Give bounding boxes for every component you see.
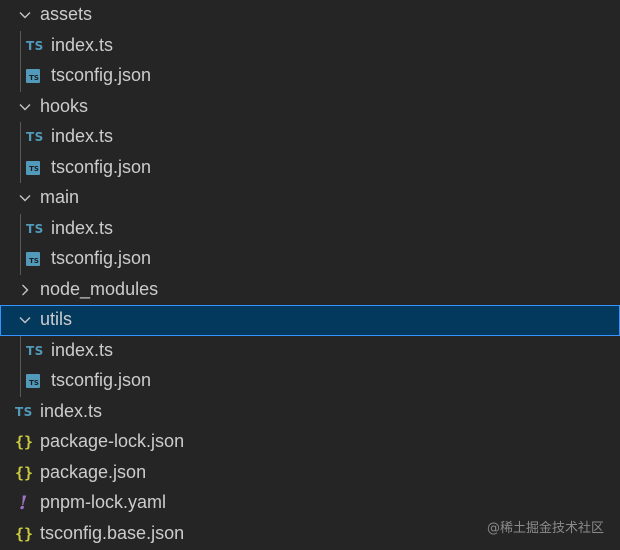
- folder-label: node_modules: [40, 278, 159, 299]
- folder-label: hooks: [40, 95, 89, 116]
- typescript-icon: TS: [26, 130, 44, 145]
- chevron-down-icon[interactable]: [17, 312, 33, 328]
- file-row[interactable]: ! pnpm-lock.yaml: [0, 488, 620, 519]
- indent-guide: [20, 213, 21, 244]
- typescript-icon: TS: [26, 221, 44, 236]
- typescript-icon: TS: [26, 343, 44, 358]
- json-braces-icon: {}: [15, 433, 34, 452]
- folder-label: utils: [40, 309, 73, 330]
- typescript-icon: TS: [26, 38, 44, 53]
- chevron-right-icon[interactable]: [17, 282, 33, 298]
- tsconfig-icon-text: TS: [29, 73, 39, 82]
- tsconfig-icon-text: TS: [29, 378, 39, 387]
- indent-guide: [20, 366, 21, 397]
- watermark: @稀土掘金技术社区: [486, 521, 604, 536]
- file-label: index.ts: [51, 126, 114, 147]
- file-label: tsconfig.json: [51, 65, 152, 86]
- chevron-down-icon[interactable]: [17, 190, 33, 206]
- indent-guide: [20, 122, 21, 153]
- tsconfig-icon: TS: [26, 374, 40, 389]
- file-label: tsconfig.json: [51, 248, 152, 269]
- file-row[interactable]: TS index.ts: [0, 397, 620, 428]
- file-row[interactable]: TS index.ts: [0, 335, 620, 366]
- tsconfig-icon: TS: [26, 160, 40, 175]
- folder-row-main[interactable]: main: [0, 183, 620, 214]
- tsconfig-icon: TS: [26, 69, 40, 84]
- indent-guide: [20, 152, 21, 183]
- file-row[interactable]: TS index.ts: [0, 122, 620, 153]
- tsconfig-icon: TS: [26, 252, 40, 267]
- file-explorer-tree: assets TS index.ts TS tsconfig.json hooks TS in…: [0, 0, 620, 549]
- typescript-icon: TS: [15, 404, 33, 419]
- json-braces-icon: {}: [15, 524, 34, 543]
- file-row[interactable]: TS tsconfig.json: [0, 61, 620, 92]
- tsconfig-icon-text: TS: [29, 256, 39, 265]
- file-label: index.ts: [51, 217, 114, 238]
- json-braces-icon: {}: [15, 463, 34, 482]
- file-label: index.ts: [40, 400, 103, 421]
- indent-guide: [20, 335, 21, 366]
- folder-row-hooks[interactable]: hooks: [0, 92, 620, 123]
- folder-label: assets: [40, 4, 93, 25]
- file-label: pnpm-lock.yaml: [40, 492, 167, 513]
- folder-row-assets[interactable]: assets: [0, 0, 620, 31]
- file-row[interactable]: TS tsconfig.json: [0, 152, 620, 183]
- file-row[interactable]: {} package.json: [0, 458, 620, 489]
- folder-label: main: [40, 187, 80, 208]
- indent-guide: [20, 61, 21, 92]
- file-label: index.ts: [51, 34, 114, 55]
- folder-row-utils[interactable]: utils: [0, 305, 620, 336]
- file-label: index.ts: [51, 339, 114, 360]
- file-row[interactable]: TS tsconfig.json: [0, 366, 620, 397]
- indent-guide: [20, 244, 21, 275]
- yaml-icon: !: [19, 492, 28, 515]
- file-label: tsconfig.json: [51, 370, 152, 391]
- folder-row-node-modules[interactable]: node_modules: [0, 275, 620, 306]
- file-row[interactable]: TS index.ts: [0, 30, 620, 61]
- file-label: package.json: [40, 461, 147, 482]
- tsconfig-icon-text: TS: [29, 165, 39, 174]
- file-row[interactable]: TS index.ts: [0, 213, 620, 244]
- file-row[interactable]: {} package-lock.json: [0, 427, 620, 458]
- file-label: package-lock.json: [40, 431, 185, 452]
- chevron-down-icon[interactable]: [17, 7, 33, 23]
- file-label: tsconfig.json: [51, 156, 152, 177]
- file-row[interactable]: TS tsconfig.json: [0, 244, 620, 275]
- file-label: tsconfig.base.json: [40, 522, 185, 543]
- chevron-down-icon[interactable]: [17, 99, 33, 115]
- indent-guide: [20, 30, 21, 61]
